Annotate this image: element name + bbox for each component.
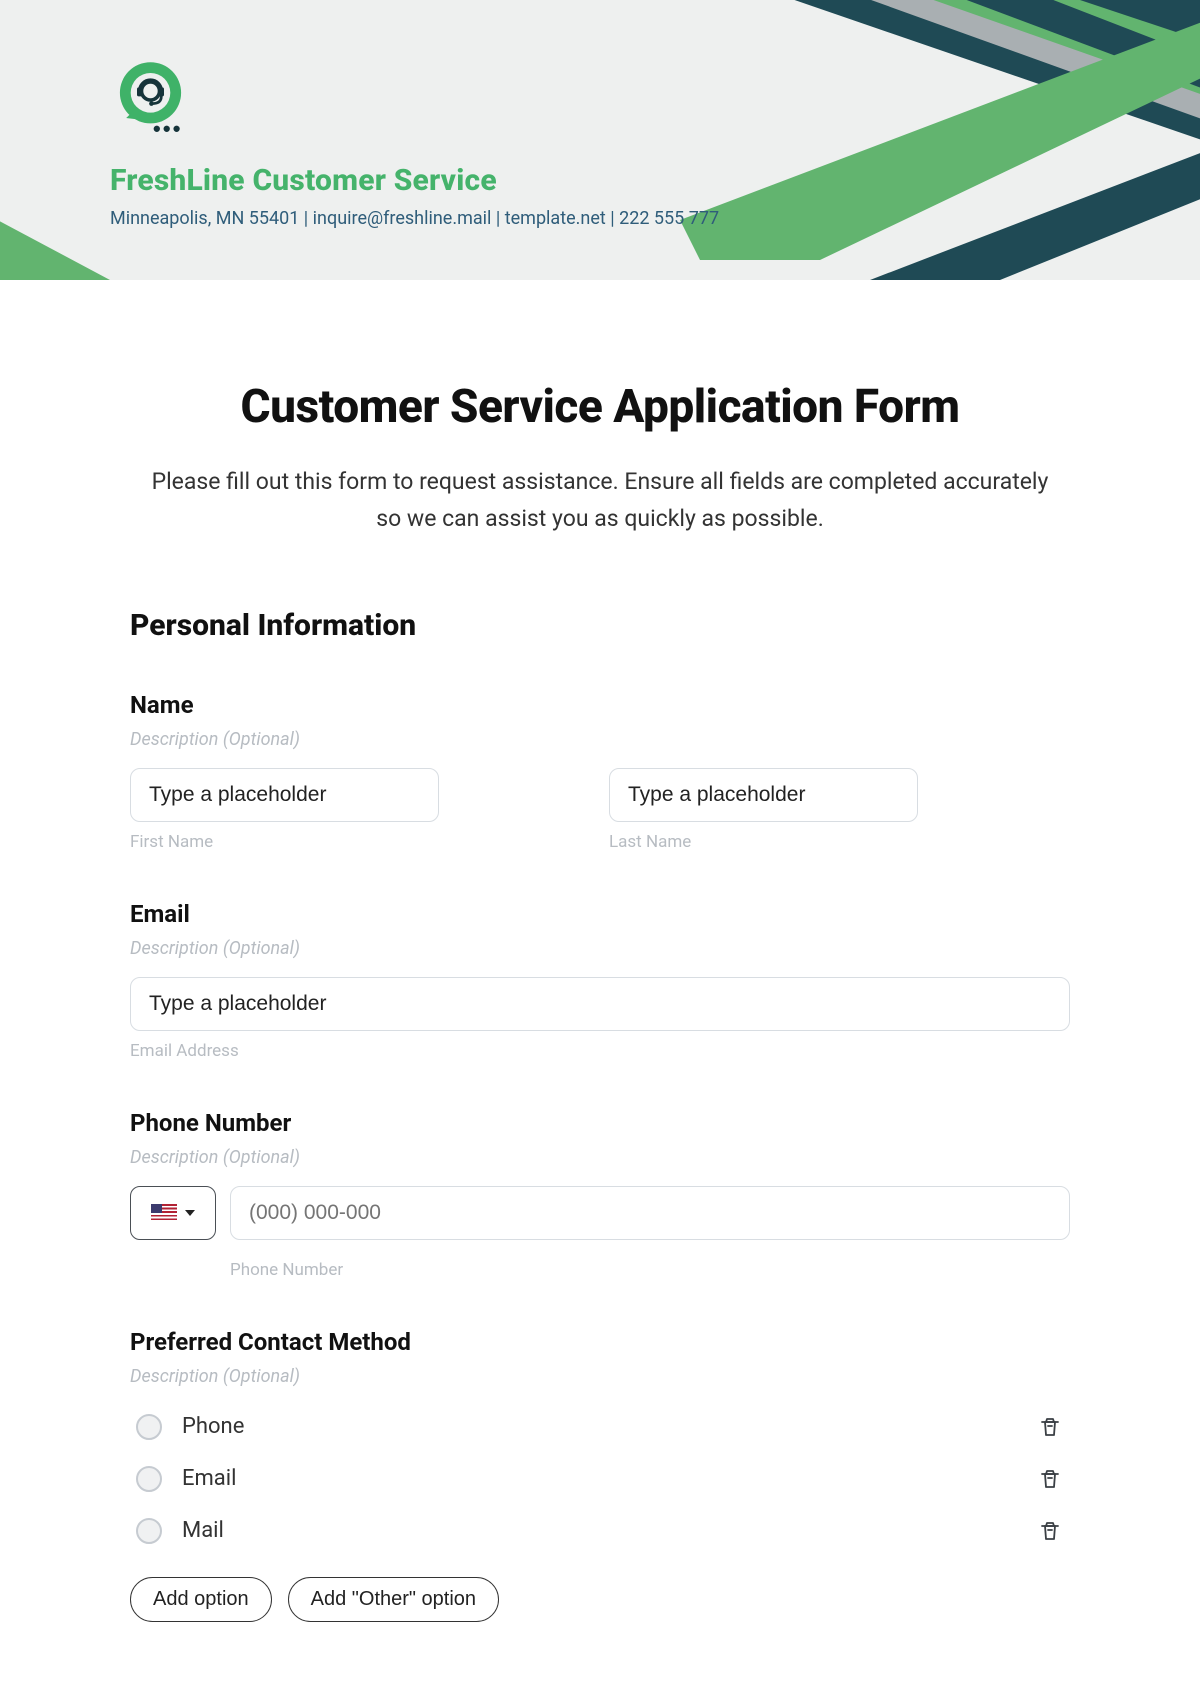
- contact-option-label[interactable]: Phone: [182, 1414, 1036, 1439]
- last-name-input[interactable]: [609, 768, 918, 822]
- country-code-select[interactable]: [130, 1186, 216, 1240]
- page-title: Customer Service Application Form: [130, 380, 1070, 434]
- company-logo: [110, 55, 200, 145]
- phone-sublabel: Phone Number: [230, 1260, 1070, 1280]
- email-desc[interactable]: Description (Optional): [130, 938, 1070, 959]
- company-subline: Minneapolis, MN 55401 | inquire@freshlin…: [110, 208, 719, 229]
- last-name-sublabel: Last Name: [609, 832, 1070, 852]
- name-desc[interactable]: Description (Optional): [130, 729, 1070, 750]
- page-intro: Please fill out this form to request ass…: [130, 464, 1070, 538]
- trash-icon: [1038, 1415, 1062, 1439]
- email-label: Email: [130, 900, 1070, 928]
- radio-mail[interactable]: [136, 1518, 162, 1544]
- contact-option-label[interactable]: Mail: [182, 1518, 1036, 1543]
- contact-method-label: Preferred Contact Method: [130, 1328, 1070, 1356]
- phone-label: Phone Number: [130, 1109, 1070, 1137]
- section-personal-heading: Personal Information: [130, 608, 1070, 643]
- first-name-sublabel: First Name: [130, 832, 591, 852]
- trash-icon: [1038, 1519, 1062, 1543]
- contact-method-field: Preferred Contact Method Description (Op…: [130, 1328, 1070, 1622]
- contact-option-row: Phone: [130, 1401, 1070, 1453]
- delete-option-button[interactable]: [1036, 1465, 1064, 1493]
- delete-option-button[interactable]: [1036, 1413, 1064, 1441]
- company-name: FreshLine Customer Service: [110, 163, 719, 198]
- phone-desc[interactable]: Description (Optional): [130, 1147, 1070, 1168]
- email-sublabel: Email Address: [130, 1041, 1070, 1061]
- trash-icon: [1038, 1467, 1062, 1491]
- contact-method-desc[interactable]: Description (Optional): [130, 1366, 1070, 1387]
- us-flag-icon: [151, 1204, 177, 1222]
- add-option-button[interactable]: Add option: [130, 1577, 272, 1622]
- logo-block: FreshLine Customer Service Minneapolis, …: [110, 55, 719, 229]
- phone-input[interactable]: [230, 1186, 1070, 1240]
- delete-option-button[interactable]: [1036, 1517, 1064, 1545]
- add-other-option-button[interactable]: Add "Other" option: [288, 1577, 499, 1622]
- contact-option-label[interactable]: Email: [182, 1466, 1036, 1491]
- name-field: Name Description (Optional) First Name L…: [130, 691, 1070, 852]
- email-input[interactable]: [130, 977, 1070, 1031]
- phone-field: Phone Number Description (Optional) Phon…: [130, 1109, 1070, 1280]
- contact-option-row: Email: [130, 1453, 1070, 1505]
- header-banner: FreshLine Customer Service Minneapolis, …: [0, 0, 1200, 280]
- form-content: Customer Service Application Form Please…: [0, 280, 1200, 1682]
- name-label: Name: [130, 691, 1070, 719]
- chevron-down-icon: [185, 1210, 195, 1216]
- contact-option-row: Mail: [130, 1505, 1070, 1557]
- email-field: Email Description (Optional) Email Addre…: [130, 900, 1070, 1061]
- first-name-input[interactable]: [130, 768, 439, 822]
- radio-email[interactable]: [136, 1466, 162, 1492]
- radio-phone[interactable]: [136, 1414, 162, 1440]
